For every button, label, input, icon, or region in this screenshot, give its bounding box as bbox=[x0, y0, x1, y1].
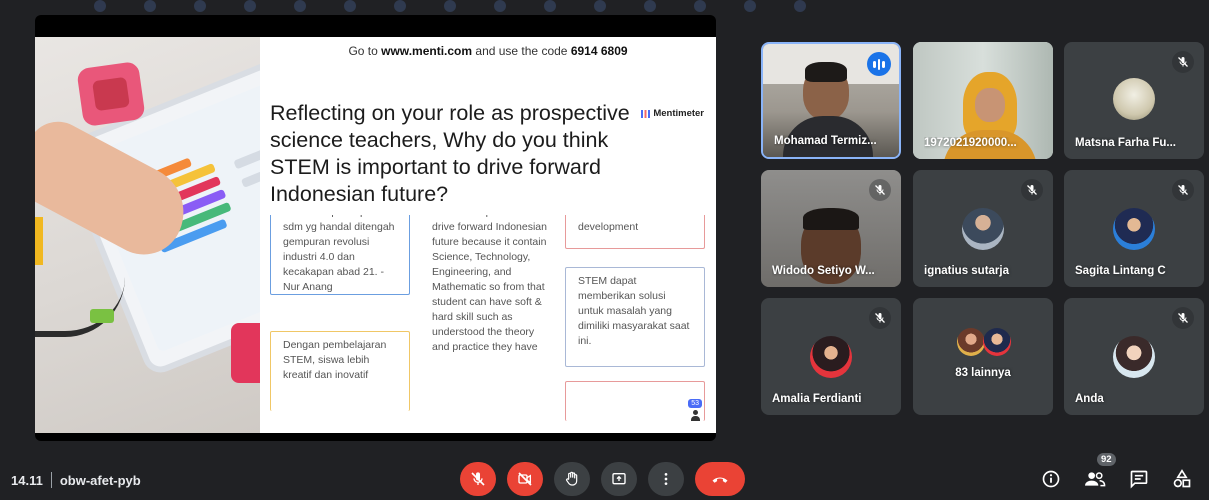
speaking-indicator-icon bbox=[867, 52, 891, 76]
participant-tile[interactable]: ignatius sutarja bbox=[913, 170, 1053, 287]
participant-name: Widodo Setiyo W... bbox=[772, 265, 875, 277]
mic-off-icon bbox=[869, 307, 891, 329]
response-card: STEM dapat memberikan solusi untuk masal… bbox=[565, 267, 705, 367]
response-card: because of the current development bbox=[565, 215, 705, 249]
call-end-icon bbox=[712, 477, 728, 483]
avatar bbox=[962, 208, 1004, 250]
person-icon bbox=[690, 410, 700, 421]
avatar bbox=[1113, 208, 1155, 250]
people-icon bbox=[1085, 472, 1106, 487]
meeting-time: 14.11 bbox=[11, 472, 43, 488]
mic-off-icon bbox=[1021, 179, 1043, 201]
leave-call-button[interactable] bbox=[695, 462, 745, 496]
participant-name: Amalia Ferdianti bbox=[772, 393, 862, 405]
avatar bbox=[1113, 78, 1155, 120]
menti-code: 6914 6809 bbox=[570, 44, 628, 58]
avatar bbox=[810, 336, 852, 378]
activities-button[interactable] bbox=[1170, 467, 1194, 491]
participant-name: ignatius sutarja bbox=[924, 265, 1009, 277]
response-counter: 53 bbox=[688, 399, 702, 421]
participant-count-badge: 92 bbox=[1097, 453, 1116, 466]
participant-name: Sagita Lintang C bbox=[1075, 265, 1166, 277]
more-vert-icon bbox=[664, 473, 668, 485]
raise-hand-icon bbox=[566, 471, 578, 486]
others-count-label: 83 lainnya bbox=[955, 367, 1011, 379]
mentimeter-slide: Go to www.menti.com and use the code 691… bbox=[35, 37, 716, 433]
divider bbox=[50, 472, 52, 488]
camera-off-icon bbox=[518, 472, 532, 486]
participant-tile[interactable]: 1972021920000... bbox=[913, 42, 1053, 159]
response-card bbox=[565, 381, 705, 421]
more-options-button[interactable] bbox=[648, 462, 684, 496]
mic-off-icon bbox=[869, 179, 891, 201]
join-code-line: Go to www.menti.com and use the code 691… bbox=[348, 44, 628, 58]
participant-tile[interactable]: Widodo Setiyo W... bbox=[761, 170, 901, 287]
slide-question: Reflecting on your role as prospective s… bbox=[270, 101, 630, 206]
chat-icon bbox=[1130, 470, 1148, 489]
menti-site: www.menti.com bbox=[381, 44, 473, 58]
mic-off-icon bbox=[1172, 179, 1194, 201]
response-card: STEM is important to drive forward Indon… bbox=[420, 215, 560, 393]
avatar bbox=[1113, 336, 1155, 378]
response-wall: Para mempersiapkan sdm yg handal ditenga… bbox=[260, 215, 716, 433]
mic-off-icon bbox=[1172, 307, 1194, 329]
avatar bbox=[983, 328, 1011, 356]
participant-tile[interactable]: Matsna Farha Fu... bbox=[1064, 42, 1204, 159]
slide-photo bbox=[35, 37, 260, 433]
participant-tile[interactable]: Mohamad Termiz... bbox=[761, 42, 901, 159]
participant-name: Anda bbox=[1075, 393, 1104, 405]
mic-toggle-button[interactable] bbox=[460, 462, 496, 496]
meeting-code: obw-afet-pyb bbox=[59, 472, 141, 488]
response-card: Para mempersiapkan sdm yg handal ditenga… bbox=[270, 215, 410, 295]
avatar bbox=[957, 328, 985, 356]
activities-icon bbox=[1173, 469, 1191, 488]
participant-tile[interactable]: Sagita Lintang C bbox=[1064, 170, 1204, 287]
participant-tile[interactable]: Amalia Ferdianti bbox=[761, 298, 901, 415]
present-screen-icon bbox=[612, 473, 626, 485]
meeting-details: 14.11 obw-afet-pyb bbox=[11, 472, 141, 488]
participant-tile-self[interactable]: Anda bbox=[1064, 298, 1204, 415]
mic-off-icon bbox=[1172, 51, 1194, 73]
mic-off-icon bbox=[471, 472, 485, 486]
top-decoration bbox=[94, 0, 806, 12]
meeting-info-button[interactable] bbox=[1039, 467, 1063, 491]
people-button[interactable] bbox=[1083, 467, 1107, 491]
chat-button[interactable] bbox=[1127, 467, 1151, 491]
participant-tile-others[interactable]: 83 lainnya bbox=[913, 298, 1053, 415]
raise-hand-button[interactable] bbox=[554, 462, 590, 496]
participant-name: 1972021920000... bbox=[924, 137, 1017, 149]
participant-name: Mohamad Termiz... bbox=[774, 135, 877, 147]
presentation-stage[interactable]: Go to www.menti.com and use the code 691… bbox=[35, 15, 716, 441]
present-now-button[interactable] bbox=[601, 462, 637, 496]
participant-name: Matsna Farha Fu... bbox=[1075, 137, 1176, 149]
info-icon bbox=[1042, 470, 1060, 488]
response-card: Dengan pembelajaran STEM, siswa lebih kr… bbox=[270, 331, 410, 411]
camera-toggle-button[interactable] bbox=[507, 462, 543, 496]
